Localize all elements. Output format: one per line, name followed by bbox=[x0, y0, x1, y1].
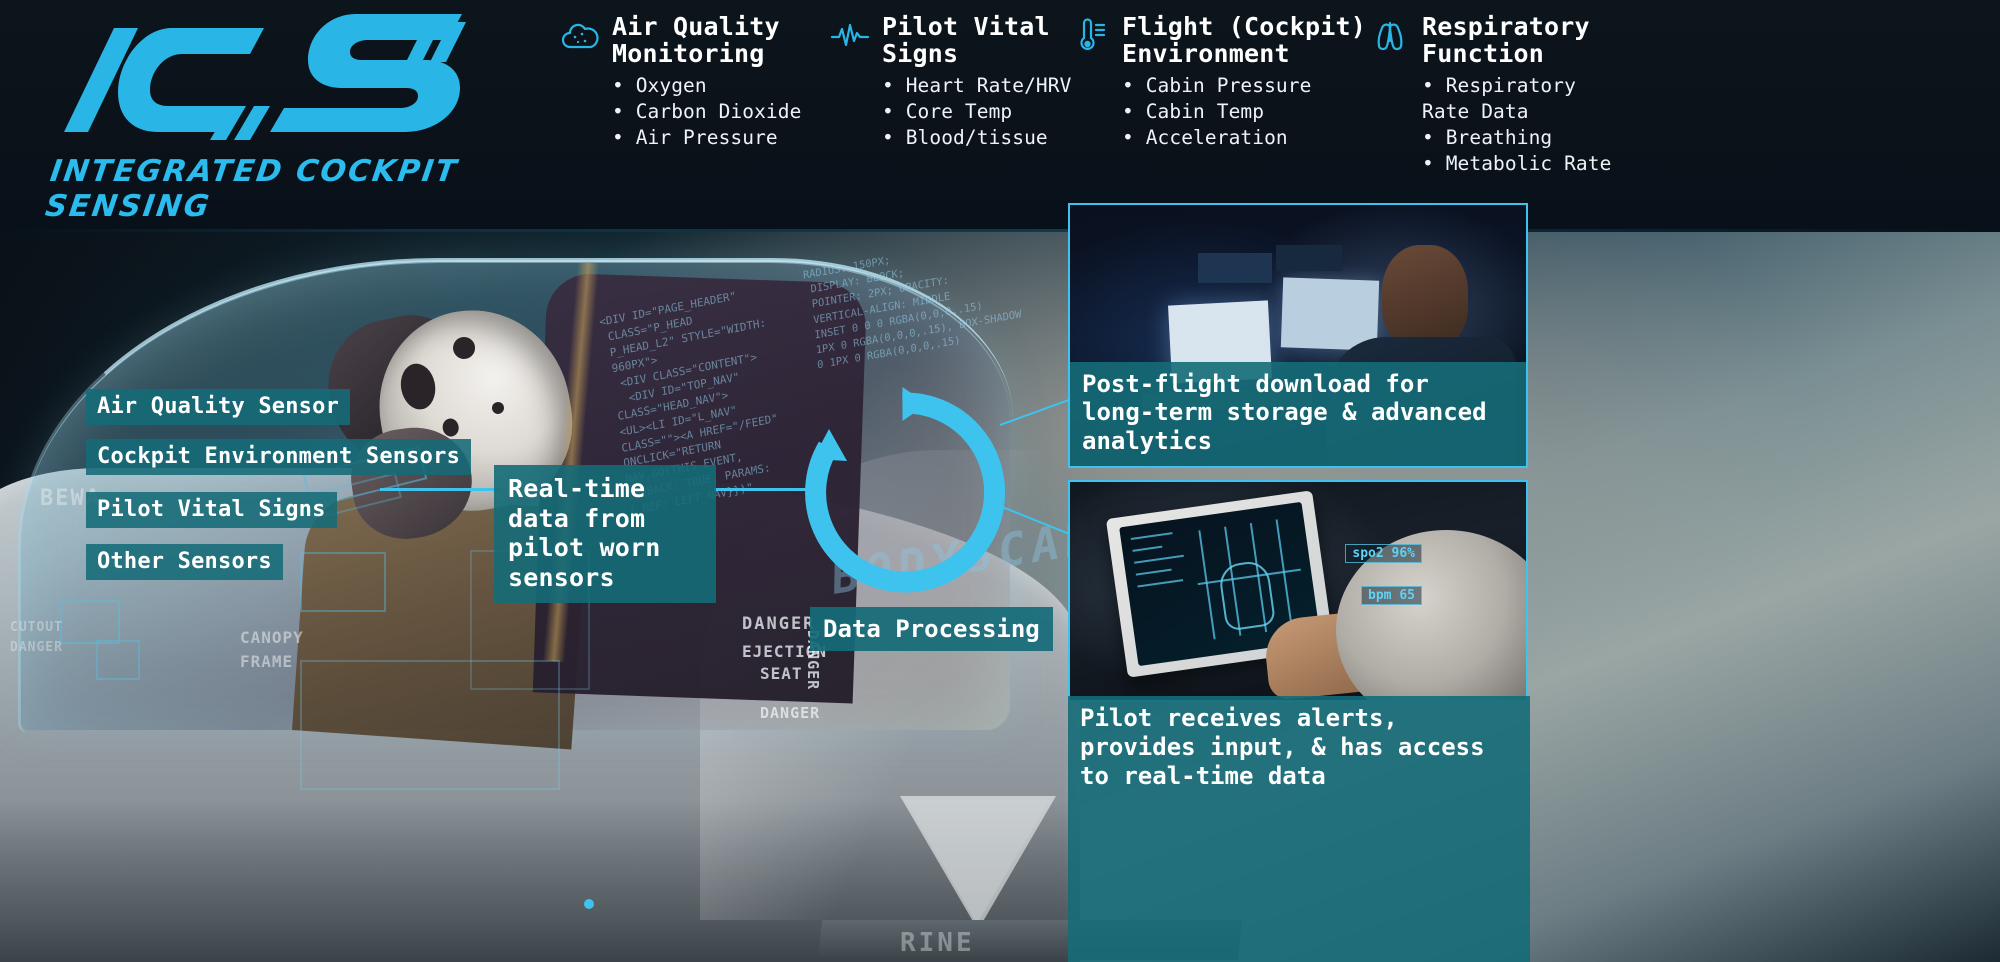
stencil-marine: RINE bbox=[900, 928, 975, 958]
stencil-side-b: CUTOUT bbox=[10, 620, 63, 635]
sensor-label-other-sensors[interactable]: Other Sensors bbox=[86, 544, 283, 580]
list-item: Metabolic Rate bbox=[1422, 151, 1670, 177]
list-item: Breathing bbox=[1422, 125, 1670, 151]
stencil-ejection-seat-b: SEAT bbox=[760, 664, 803, 683]
console-panel-b bbox=[1276, 245, 1342, 271]
category-items: Heart Rate/HRV Core Temp Blood/tissue bbox=[882, 73, 1072, 151]
spo2-readout: spo2 96% bbox=[1345, 544, 1422, 563]
bpm-label: bpm bbox=[1368, 588, 1392, 603]
callout-data-processing[interactable]: Data Processing bbox=[810, 607, 1053, 651]
bpm-readout: bpm 65 bbox=[1361, 586, 1422, 605]
console-panel-a bbox=[1198, 253, 1272, 283]
category-respiratory: Respiratory Function Respiratory Rate Da… bbox=[1370, 12, 1670, 178]
category-header: Pilot Vital Signs bbox=[830, 12, 1070, 68]
spo2-value: 96% bbox=[1391, 546, 1415, 561]
caption-post-flight: Post-flight download for long-term stora… bbox=[1070, 361, 1526, 466]
spo2-label: spo2 bbox=[1352, 546, 1384, 561]
operator-head bbox=[1382, 245, 1468, 349]
list-item: Core Temp bbox=[882, 99, 1070, 125]
category-items: Cabin Pressure Cabin Temp Acceleration bbox=[1122, 73, 1370, 151]
list-item: Respiratory Rate Data bbox=[1422, 73, 1612, 125]
hud-bracket-5 bbox=[96, 640, 140, 680]
leader-line-left bbox=[380, 488, 502, 491]
hud-bracket-4 bbox=[60, 600, 120, 644]
category-title: Pilot Vital Signs bbox=[882, 12, 1050, 68]
lungs-icon bbox=[1370, 14, 1410, 58]
category-header: Flight (Cockpit) Environment bbox=[1070, 12, 1370, 68]
bpm-value: 65 bbox=[1399, 588, 1415, 603]
list-item: Blood/tissue bbox=[882, 125, 1070, 151]
category-header: Air Quality Monitoring bbox=[560, 12, 830, 68]
ejection-triangle bbox=[905, 800, 1049, 924]
list-item: Air Pressure bbox=[612, 125, 830, 151]
sensor-label-cockpit-environment[interactable]: Cockpit Environment Sensors bbox=[86, 439, 472, 475]
thermometer-icon bbox=[1070, 14, 1110, 58]
card-pilot-alerts[interactable]: spo2 96% bpm 65 bbox=[1068, 480, 1528, 702]
cloud-icon bbox=[560, 14, 600, 58]
category-items: Respiratory Rate Data Breathing Metaboli… bbox=[1422, 73, 1670, 178]
category-air-quality: Air Quality Monitoring Oxygen Carbon Dio… bbox=[560, 12, 830, 178]
stencil-canopy-frame-b: FRAME bbox=[240, 652, 294, 671]
category-pilot-vitals: Pilot Vital Signs Heart Rate/HRV Core Te… bbox=[830, 12, 1072, 178]
hud-bracket-3 bbox=[300, 552, 386, 612]
brand-tagline: INTEGRATED COCKPIT SENSING bbox=[43, 154, 461, 224]
header-band: INTEGRATED COCKPIT SENSING Air Quality M… bbox=[0, 0, 2000, 232]
category-title: Air Quality Monitoring bbox=[612, 12, 780, 68]
stencil-danger-bottom: DANGER bbox=[760, 704, 821, 722]
brand-logo: INTEGRATED COCKPIT SENSING bbox=[22, 10, 502, 224]
ics-logo-icon bbox=[64, 14, 466, 140]
category-header: Respiratory Function bbox=[1370, 12, 1670, 68]
sensor-label-pilot-vitals[interactable]: Pilot Vital Signs bbox=[86, 492, 337, 528]
card-post-flight-analysis[interactable]: Post-flight download for long-term stora… bbox=[1068, 203, 1528, 468]
infographic-root: <DIV ID="PAGE_HEADER" CLASS="P_HEAD P_HE… bbox=[0, 0, 2000, 962]
stencil-side-c: DANGER bbox=[10, 640, 63, 655]
list-item: Cabin Pressure bbox=[1122, 73, 1370, 99]
list-item: Oxygen bbox=[612, 73, 830, 99]
cockpit-tablet-photo: spo2 96% bpm 65 bbox=[1070, 482, 1526, 700]
data-cycle-arrow bbox=[795, 385, 1010, 600]
list-item: Acceleration bbox=[1122, 125, 1370, 151]
category-title: Respiratory Function bbox=[1422, 12, 1590, 68]
heartbeat-icon bbox=[830, 14, 870, 58]
category-items: Oxygen Carbon Dioxide Air Pressure bbox=[612, 73, 830, 151]
caption-pilot-alerts: Pilot receives alerts, provides input, &… bbox=[1068, 696, 1530, 962]
category-flight-environment: Flight (Cockpit) Environment Cabin Press… bbox=[1070, 12, 1370, 178]
list-item: Carbon Dioxide bbox=[612, 99, 830, 125]
stencil-canopy-frame-a: CANOPY bbox=[240, 628, 304, 647]
category-title: Flight (Cockpit) Environment bbox=[1122, 12, 1367, 68]
accent-dot bbox=[584, 899, 594, 909]
category-row: Air Quality Monitoring Oxygen Carbon Dio… bbox=[560, 12, 1990, 178]
sensor-label-air-quality[interactable]: Air Quality Sensor bbox=[86, 389, 351, 425]
callout-realtime-data[interactable]: Real-time data from pilot worn sensors bbox=[494, 465, 716, 603]
list-item: Cabin Temp bbox=[1122, 99, 1370, 125]
list-item: Heart Rate/HRV bbox=[882, 73, 1072, 99]
